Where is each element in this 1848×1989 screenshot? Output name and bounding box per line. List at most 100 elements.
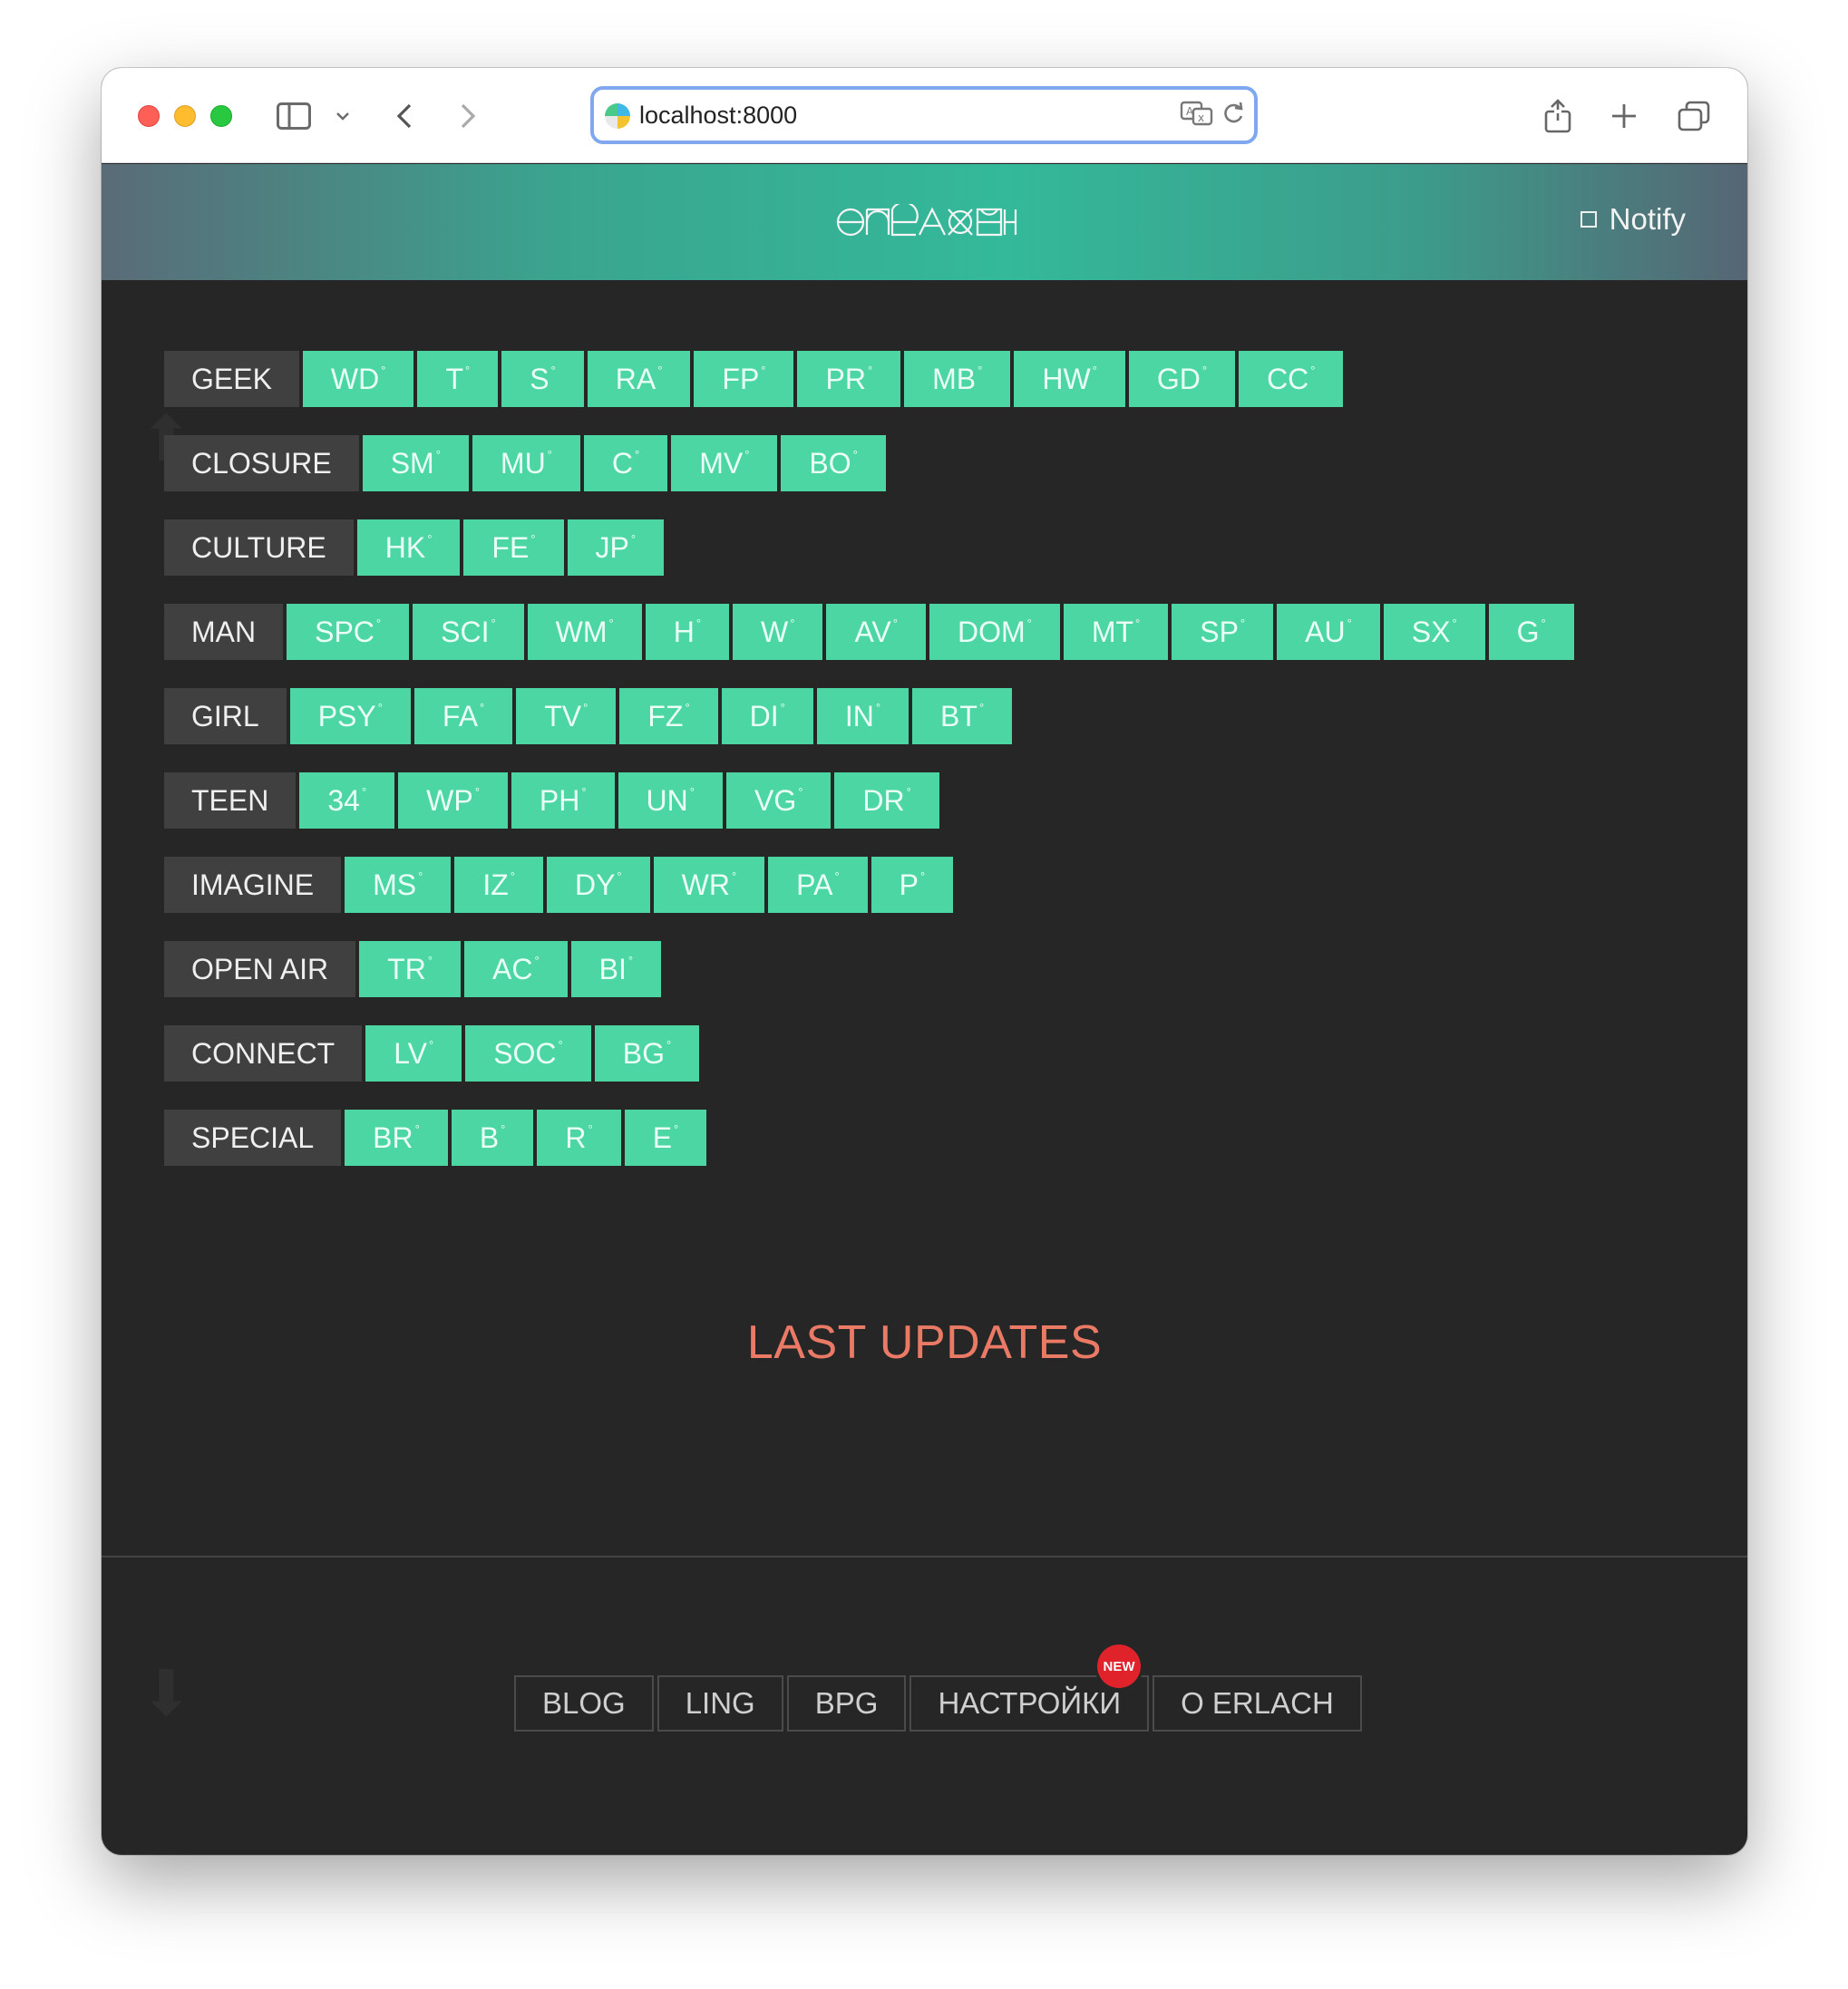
category-label[interactable]: IMAGINE: [164, 857, 342, 913]
board-tag-button[interactable]: SCI °: [413, 604, 524, 660]
board-tag-button[interactable]: AU °: [1277, 604, 1380, 660]
board-tag-button[interactable]: P °: [871, 857, 954, 913]
tag-marker: °: [798, 784, 803, 799]
board-tag-button[interactable]: SX °: [1383, 604, 1485, 660]
notify-checkbox[interactable]: [1580, 211, 1597, 228]
board-tag-button[interactable]: WM °: [527, 604, 642, 660]
chevron-down-icon[interactable]: [334, 95, 352, 137]
category-label[interactable]: CLOSURE: [164, 435, 359, 491]
site-logo[interactable]: [836, 201, 1017, 245]
board-tag-button[interactable]: UN °: [618, 772, 723, 829]
board-tag-button[interactable]: TR °: [359, 941, 462, 997]
board-tag-button[interactable]: WR °: [653, 857, 765, 913]
tag-marker: °: [1240, 616, 1246, 630]
board-tag-button[interactable]: HK °: [356, 519, 461, 576]
category-label[interactable]: TEEN: [164, 772, 297, 829]
board-tag-button[interactable]: WD °: [302, 351, 414, 407]
category-label[interactable]: CULTURE: [164, 519, 354, 576]
board-tag-button[interactable]: VG °: [725, 772, 832, 829]
category-label[interactable]: OPEN AIR: [164, 941, 356, 997]
board-tag-button[interactable]: MS °: [345, 857, 452, 913]
notify-toggle[interactable]: Notify: [1580, 202, 1686, 237]
board-tag-button[interactable]: BI °: [570, 941, 662, 997]
board-tag-button[interactable]: MB °: [904, 351, 1011, 407]
board-tag-button[interactable]: BR °: [345, 1110, 448, 1166]
tag-marker: °: [480, 700, 485, 714]
board-tag-button[interactable]: AC °: [464, 941, 568, 997]
tag-marker: °: [550, 363, 556, 377]
board-tag-button[interactable]: G °: [1488, 604, 1574, 660]
board-tag-button[interactable]: DR °: [834, 772, 939, 829]
board-tag-button[interactable]: CC °: [1239, 351, 1344, 407]
board-tag-button[interactable]: MT °: [1063, 604, 1169, 660]
board-tag-button[interactable]: S °: [501, 351, 584, 407]
board-tag-button[interactable]: SOC °: [465, 1025, 591, 1082]
board-tag-button[interactable]: PR °: [797, 351, 901, 407]
category-label[interactable]: SPECIAL: [164, 1110, 342, 1166]
board-tag-button[interactable]: R °: [537, 1110, 621, 1166]
board-tag-button[interactable]: MU °: [472, 435, 580, 491]
board-tag-button[interactable]: FZ °: [619, 688, 718, 744]
board-tag-button[interactable]: DI °: [721, 688, 813, 744]
sidebar-toggle-icon[interactable]: [276, 95, 312, 137]
board-tag-button[interactable]: IZ °: [454, 857, 543, 913]
board-tag-button[interactable]: IN °: [816, 688, 909, 744]
board-tag-button[interactable]: 34 °: [299, 772, 395, 829]
board-tag-button[interactable]: SPC °: [287, 604, 410, 660]
board-tag-label: DY: [574, 868, 616, 901]
board-tag-button[interactable]: JP °: [567, 519, 665, 576]
category-label[interactable]: GIRL: [164, 688, 287, 744]
back-icon[interactable]: [394, 95, 415, 137]
footer-link-button[interactable]: BPG: [786, 1675, 907, 1732]
board-tag-button[interactable]: DY °: [546, 857, 650, 913]
board-tag-button[interactable]: C °: [583, 435, 668, 491]
forward-icon[interactable]: [457, 95, 479, 137]
board-tag-button[interactable]: DOM °: [929, 604, 1060, 660]
board-tag-button[interactable]: SM °: [362, 435, 469, 491]
category-label[interactable]: MAN: [164, 604, 284, 660]
board-tag-button[interactable]: PH °: [511, 772, 615, 829]
board-tag-button[interactable]: WP °: [398, 772, 508, 829]
board-tag-button[interactable]: FE °: [463, 519, 564, 576]
close-window-button[interactable]: [138, 105, 160, 127]
board-tag-button[interactable]: FP °: [694, 351, 794, 407]
tag-marker: °: [627, 953, 634, 967]
tag-marker: °: [1310, 363, 1316, 377]
footer-link-button[interactable]: О ERLACH: [1153, 1675, 1362, 1732]
board-tag-button[interactable]: AV °: [826, 604, 926, 660]
tag-marker: °: [427, 531, 433, 546]
board-tag-button[interactable]: HW °: [1014, 351, 1125, 407]
board-tag-button[interactable]: BT °: [912, 688, 1013, 744]
board-tag-button[interactable]: RA °: [587, 351, 691, 407]
board-tag-button[interactable]: PA °: [768, 857, 868, 913]
board-tag-button[interactable]: PSY °: [289, 688, 411, 744]
board-tag-label: AU: [1305, 615, 1346, 648]
category-label[interactable]: CONNECT: [164, 1025, 363, 1082]
scroll-down-arrow-icon[interactable]: ⬇: [140, 1656, 193, 1731]
tab-overview-icon[interactable]: [1677, 95, 1711, 137]
board-tag-button[interactable]: FA °: [413, 688, 513, 744]
board-tag-button[interactable]: BO °: [781, 435, 886, 491]
translate-icon[interactable]: Ax: [1180, 101, 1214, 131]
minimize-window-button[interactable]: [174, 105, 196, 127]
board-tag-button[interactable]: B °: [451, 1110, 534, 1166]
board-tag-button[interactable]: LV °: [365, 1025, 462, 1082]
new-tab-icon[interactable]: [1609, 95, 1639, 137]
category-label[interactable]: GEEK: [164, 351, 299, 407]
board-tag-button[interactable]: BG °: [594, 1025, 700, 1082]
footer-link-button[interactable]: LING: [657, 1675, 783, 1732]
board-tag-button[interactable]: T °: [417, 351, 499, 407]
board-tag-button[interactable]: H °: [645, 604, 730, 660]
footer-link-button[interactable]: BLOG: [514, 1675, 654, 1732]
address-bar[interactable]: localhost:8000 Ax: [590, 86, 1258, 144]
board-tag-button[interactable]: W °: [733, 604, 823, 660]
board-tag-button[interactable]: E °: [624, 1110, 707, 1166]
share-icon[interactable]: [1542, 95, 1574, 137]
board-tag-button[interactable]: TV °: [516, 688, 617, 744]
reload-icon[interactable]: [1221, 101, 1245, 131]
board-tag-button[interactable]: SP °: [1172, 604, 1274, 660]
zoom-window-button[interactable]: [210, 105, 232, 127]
board-tag-label: R: [565, 1121, 587, 1154]
board-tag-button[interactable]: MV °: [671, 435, 778, 491]
board-tag-button[interactable]: GD °: [1128, 351, 1236, 407]
